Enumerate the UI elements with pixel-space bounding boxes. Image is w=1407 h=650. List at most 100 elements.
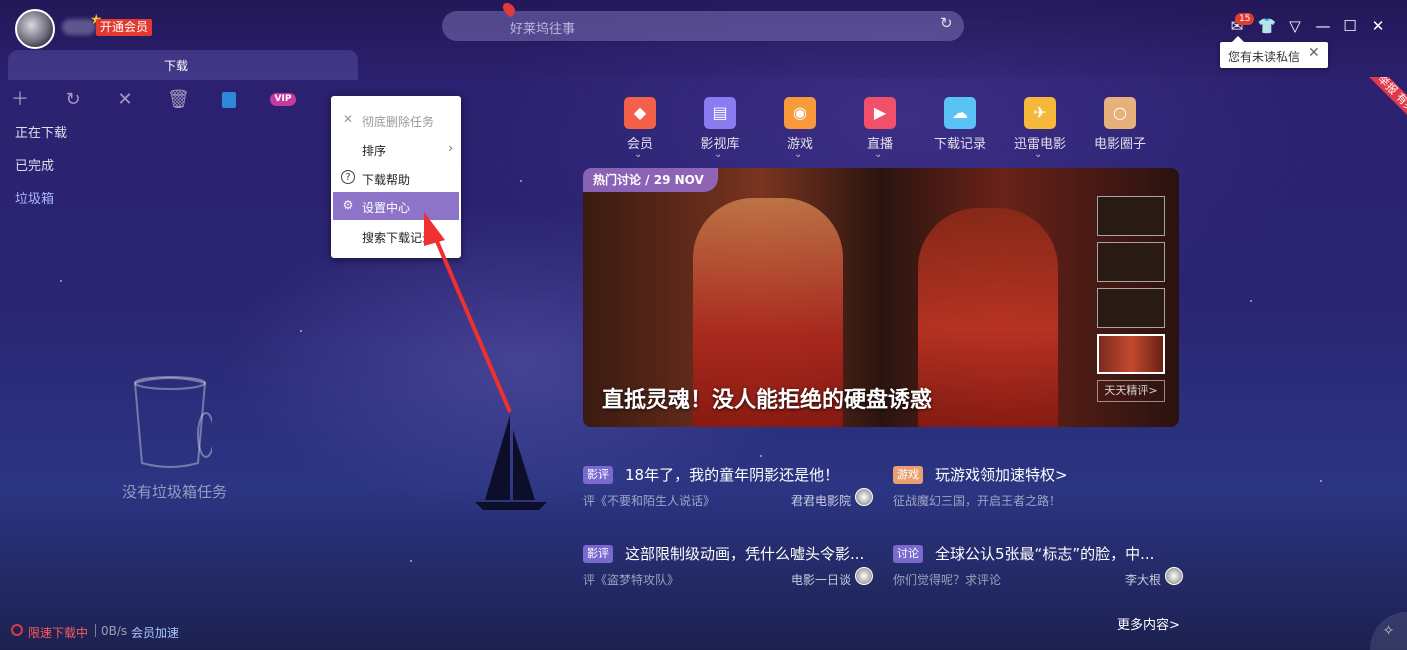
feedback-ribbon[interactable]: 举报 有奖反馈 xyxy=(1350,77,1407,137)
category-label: 下载记录 xyxy=(933,137,986,152)
banner-thumbnail-selected[interactable] xyxy=(1097,334,1165,374)
news-subtitle: 你们觉得呢？求评论 xyxy=(893,573,1002,587)
tab-download[interactable]: 下载 xyxy=(164,57,188,74)
vip-icon[interactable]: VIP xyxy=(270,93,296,106)
close-icon[interactable]: ✕ xyxy=(1368,16,1388,36)
news-tag: 影评 xyxy=(583,466,613,484)
clock-icon xyxy=(11,624,23,636)
speed-limit-status[interactable]: 限速下载中 xyxy=(28,624,88,641)
news-subtitle: 评《盗梦特攻队》 xyxy=(583,573,680,587)
author-avatar[interactable] xyxy=(855,567,873,585)
message-count-badge: 15 xyxy=(1235,13,1255,25)
news-author[interactable]: 君君电影院 xyxy=(791,492,851,509)
download-speed: 0B/s xyxy=(101,624,128,638)
plus-icon[interactable]: ＋ xyxy=(9,90,31,110)
banner-thumbnail[interactable] xyxy=(1097,288,1165,328)
divider xyxy=(95,624,96,637)
minimize-icon[interactable]: — xyxy=(1313,16,1333,36)
cloud-icon: ☁ xyxy=(944,97,976,129)
circle-icon: ○ xyxy=(1104,97,1136,129)
sidebar-item-downloading[interactable]: 正在下载 xyxy=(15,122,67,141)
banner-more-link[interactable]: 天天精评> xyxy=(1097,380,1165,402)
star xyxy=(60,280,62,282)
news-item[interactable]: 游戏 玩游戏领加速特权> 征战魔幻三国，开启王者之路！ xyxy=(893,464,1183,514)
news-subtitle: 评《不要和陌生人说话》 xyxy=(583,494,716,508)
star xyxy=(410,560,412,562)
member-boost-link[interactable]: 会员加速 xyxy=(131,624,179,641)
film-icon: ▤ xyxy=(704,97,736,129)
gear-icon: ⚙ xyxy=(342,198,354,212)
news-tag: 影评 xyxy=(583,545,613,563)
category-label: 电影圈子 xyxy=(1093,137,1146,152)
tooltip-close-icon[interactable]: ✕ xyxy=(1308,45,1320,61)
menu-item-sort[interactable]: 排序 › xyxy=(333,135,459,163)
news-title[interactable]: 全球公认5张最“标志”的脸，中... xyxy=(935,543,1180,564)
news-title[interactable]: 18年了，我的童年阴影还是他！ xyxy=(625,464,870,485)
diamond-icon: ◆ xyxy=(624,97,656,129)
menu-item-label: 彻底删除任务 xyxy=(362,115,435,129)
author-avatar[interactable] xyxy=(1165,567,1183,585)
menu-item-download-help[interactable]: ? 下载帮助 xyxy=(333,164,459,192)
featured-banner[interactable]: 热门讨论 / 29 NOV 直抵灵魂！没人能拒绝的硬盘诱惑 天天精评> xyxy=(583,168,1179,427)
refresh-icon[interactable]: ↻ xyxy=(940,15,956,31)
sidebar-item-completed[interactable]: 已完成 xyxy=(15,155,54,174)
menu-item-search-records[interactable]: 搜索下载记录 xyxy=(333,222,459,250)
trash-icon[interactable]: 🗑 xyxy=(167,90,190,110)
menu-item-label: 排序 xyxy=(362,144,387,158)
tv-icon: ▶ xyxy=(864,97,896,129)
news-title[interactable]: 这部限制级动画，凭什么嘘头令影... xyxy=(625,543,870,564)
star xyxy=(300,330,302,332)
menu-item-delete-task[interactable]: ✕ 彻底删除任务 xyxy=(333,106,459,134)
star xyxy=(760,455,762,457)
menu-item-label: 下载帮助 xyxy=(362,173,411,187)
help-icon: ? xyxy=(341,170,355,184)
magic-wand-icon[interactable]: ✧ xyxy=(1370,612,1407,650)
search-input[interactable]: 好莱坞往事 xyxy=(510,18,575,37)
avatar[interactable] xyxy=(15,9,55,49)
chevron-down-icon: ⌄ xyxy=(794,149,803,160)
news-title[interactable]: 玩游戏领加速特权> xyxy=(935,464,1180,485)
menu-item-label: 设置中心 xyxy=(362,201,411,215)
news-author[interactable]: 李大根 xyxy=(1125,571,1161,588)
news-item[interactable]: 讨论 全球公认5张最“标志”的脸，中... 你们觉得呢？求评论 李大根 xyxy=(893,543,1183,593)
ribbon-text: 举报 有奖反馈 xyxy=(1363,77,1407,137)
phone-icon[interactable] xyxy=(222,92,236,108)
news-item[interactable]: 影评 18年了，我的童年阴影还是他！ 评《不要和陌生人说话》 君君电影院 xyxy=(583,464,873,514)
sailboat-illustration xyxy=(475,415,547,510)
empty-trash-icon xyxy=(133,376,212,468)
tooltip-text: 您有未读私信 xyxy=(1228,50,1301,64)
news-tag: 讨论 xyxy=(893,545,923,563)
menu-item-label: 搜索下载记录 xyxy=(362,231,435,245)
refresh-icon[interactable]: ↻ xyxy=(62,90,84,110)
author-avatar[interactable] xyxy=(855,488,873,506)
news-tag: 游戏 xyxy=(893,466,923,484)
banner-image xyxy=(918,208,1058,427)
banner-thumbnail[interactable] xyxy=(1097,242,1165,282)
skin-icon[interactable]: 👕 xyxy=(1257,16,1277,36)
bird-icon: ✈ xyxy=(1024,97,1056,129)
chevron-right-icon: › xyxy=(448,141,453,155)
news-author[interactable]: 电影一日谈 xyxy=(791,571,851,588)
gamepad-icon: ◉ xyxy=(784,97,816,129)
news-subtitle: 征战魔幻三国，开启王者之路！ xyxy=(893,494,1062,508)
more-content-link[interactable]: 更多内容> xyxy=(1117,614,1180,633)
empty-trash-text: 没有垃圾箱任务 xyxy=(122,483,228,501)
chevron-down-icon: ⌄ xyxy=(874,149,883,160)
banner-title[interactable]: 直抵灵魂！没人能拒绝的硬盘诱惑 xyxy=(602,382,932,414)
chevron-down-icon: ⌄ xyxy=(634,149,643,160)
sidebar-item-trash[interactable]: 垃圾箱 xyxy=(15,188,54,207)
banner-tag: 热门讨论 / 29 NOV xyxy=(583,168,718,192)
close-icon: ✕ xyxy=(342,112,354,126)
banner-thumbnail[interactable] xyxy=(1097,196,1165,236)
menu-item-settings[interactable]: ⚙ 设置中心 xyxy=(333,192,459,220)
vip-button[interactable]: 开通会员 xyxy=(96,19,153,36)
close-icon[interactable]: ✕ xyxy=(114,90,136,110)
menu-icon[interactable]: ▽ xyxy=(1285,16,1305,36)
news-item[interactable]: 影评 这部限制级动画，凭什么嘘头令影... 评《盗梦特攻队》 电影一日谈 xyxy=(583,543,873,593)
maximize-icon[interactable]: ☐ xyxy=(1340,16,1360,36)
star xyxy=(520,180,522,182)
context-menu: ✕ 彻底删除任务 排序 › ? 下载帮助 ⚙ 设置中心 搜索下载记录 xyxy=(331,96,461,258)
chevron-down-icon: ⌄ xyxy=(714,149,723,160)
unread-message-tooltip: 您有未读私信 ✕ xyxy=(1220,36,1328,68)
chevron-down-icon: ⌄ xyxy=(1034,149,1043,160)
